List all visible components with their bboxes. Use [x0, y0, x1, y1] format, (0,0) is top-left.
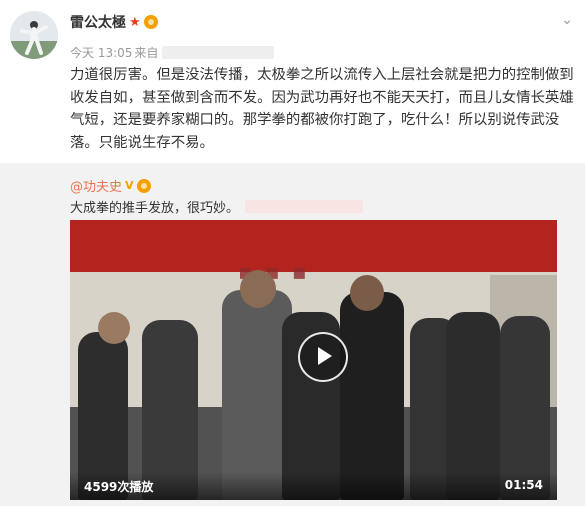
post-meta: 今天 13:05 来自	[70, 44, 275, 61]
video-duration: 01:54	[504, 478, 543, 492]
redacted-link	[245, 200, 364, 213]
repost-author-name: @功夫史	[70, 180, 123, 195]
video-figure	[240, 270, 276, 308]
avatar[interactable]	[10, 11, 58, 59]
play-count: 4599次播放	[84, 480, 154, 494]
repost-author[interactable]: @功夫史 V	[70, 176, 151, 195]
gold-medal-icon	[136, 178, 151, 193]
gold-medal-icon	[143, 15, 158, 29]
play-icon[interactable]	[298, 332, 348, 382]
repost-card: @功夫史 V 大成拳的推手发放，很巧妙。 ▪▪▪ 4599次播放 01:54	[0, 163, 585, 506]
author-name[interactable]: 雷公太極 ★	[70, 12, 158, 32]
post-source-prefix: 来自	[134, 46, 159, 60]
video-figure	[340, 292, 404, 500]
weibo-post: 雷公太極 ★ ⌄ 今天 13:05 来自 力道很厉害。但是没法传播，太极拳之所以…	[0, 0, 585, 506]
redacted-source	[162, 46, 275, 59]
avatar-image	[10, 11, 58, 59]
author-name-text: 雷公太極	[70, 15, 126, 31]
verified-v-icon: V	[125, 179, 134, 192]
video-figure	[350, 275, 384, 311]
video-figure	[98, 312, 130, 344]
post-time[interactable]: 今天 13:05	[70, 44, 132, 61]
post-body: 力道很厉害。但是没法传播，太极拳之所以流传入上层社会就是把力的控制做到收发自如，…	[70, 67, 574, 151]
chevron-down-icon[interactable]: ⌄	[561, 12, 573, 28]
star-icon: ★	[129, 14, 141, 30]
repost-text: 大成拳的推手发放，很巧妙。	[70, 197, 364, 216]
video-player[interactable]: ▪▪▪ 4599次播放 01:54	[70, 220, 557, 500]
repost-text-content: 大成拳的推手发放，很巧妙。	[70, 201, 240, 216]
